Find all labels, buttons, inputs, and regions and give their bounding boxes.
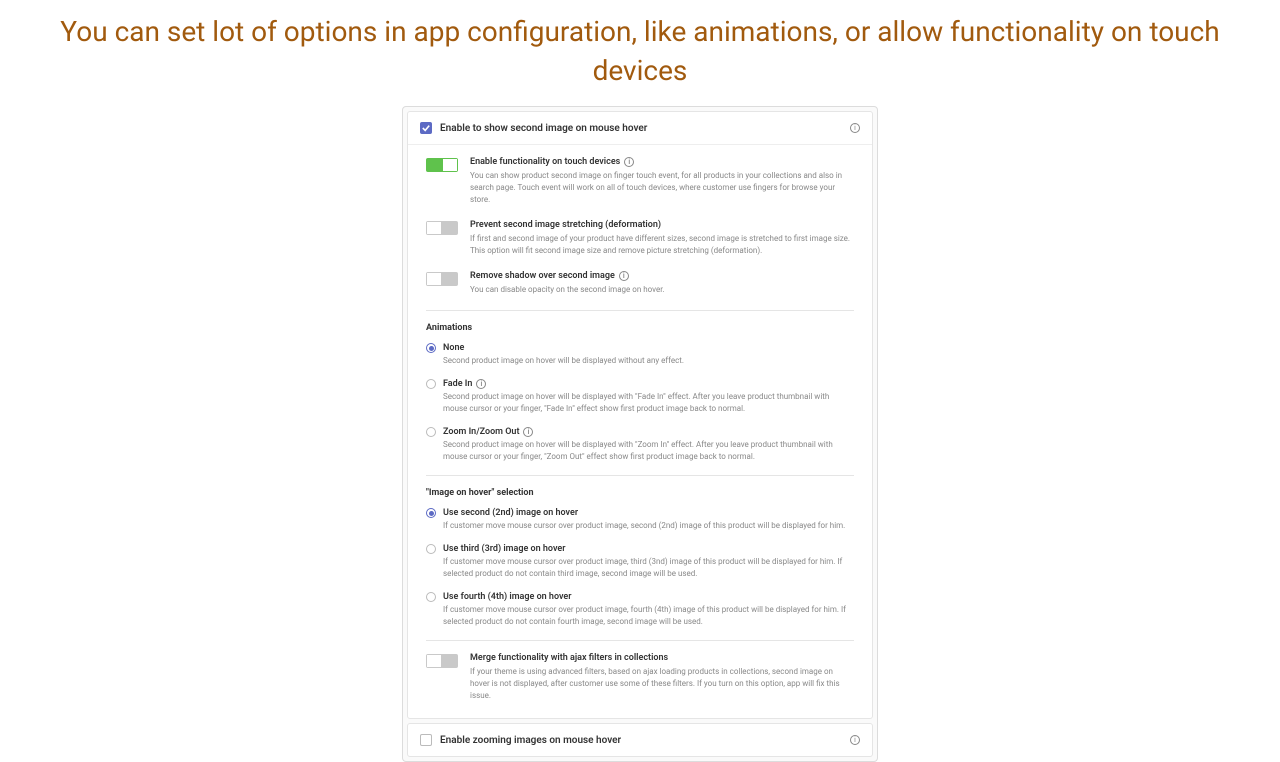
toggle-row: Prevent second image stretching (deforma… bbox=[426, 220, 854, 257]
card-body: Enable functionality on touch devicesi Y… bbox=[408, 145, 872, 718]
radio-row: None Second product image on hover will … bbox=[426, 343, 854, 367]
radio-row: Fade Ini Second product image on hover w… bbox=[426, 379, 854, 415]
toggle-row: Enable functionality on touch devicesi Y… bbox=[426, 157, 854, 206]
radio-desc: If customer move mouse cursor over produ… bbox=[443, 604, 854, 628]
toggle-row: Remove shadow over second imagei You can… bbox=[426, 271, 854, 296]
card-header[interactable]: Enable zooming images on mouse hover i bbox=[408, 724, 872, 756]
card-title: Enable zooming images on mouse hover bbox=[440, 735, 846, 746]
radio-label: Use fourth (4th) image on hover bbox=[443, 592, 572, 602]
toggle-0[interactable] bbox=[426, 158, 458, 172]
card-second-image: Enable to show second image on mouse hov… bbox=[407, 111, 873, 719]
sel-radio-0[interactable] bbox=[426, 508, 436, 518]
sel-radio-2[interactable] bbox=[426, 592, 436, 602]
toggle-desc: If first and second image of your produc… bbox=[470, 233, 854, 257]
info-icon[interactable]: i bbox=[619, 271, 629, 281]
radio-row: Zoom In/Zoom Outi Second product image o… bbox=[426, 427, 854, 463]
radio-label: Zoom In/Zoom Outi bbox=[443, 427, 533, 437]
radio-desc: Second product image on hover will be di… bbox=[443, 355, 854, 367]
divider bbox=[426, 310, 854, 311]
info-icon[interactable]: i bbox=[624, 157, 634, 167]
selection-title: "Image on hover" selection bbox=[426, 488, 854, 498]
toggle-2[interactable] bbox=[426, 272, 458, 286]
enable-zoom-checkbox[interactable] bbox=[420, 734, 432, 746]
radio-desc: Second product image on hover will be di… bbox=[443, 391, 854, 415]
animations-title: Animations bbox=[426, 323, 854, 333]
enable-second-image-checkbox[interactable] bbox=[420, 122, 432, 134]
radio-label: Fade Ini bbox=[443, 379, 486, 389]
sel-radio-1[interactable] bbox=[426, 544, 436, 554]
toggle-1[interactable] bbox=[426, 221, 458, 235]
toggle-desc: You can show product second image on fin… bbox=[470, 170, 854, 206]
card-header[interactable]: Enable to show second image on mouse hov… bbox=[408, 112, 872, 145]
radio-desc: If customer move mouse cursor over produ… bbox=[443, 556, 854, 580]
toggle-label: Prevent second image stretching (deforma… bbox=[470, 220, 854, 230]
radio-row: Use third (3rd) image on hover If custom… bbox=[426, 544, 854, 580]
anim-radio-2[interactable] bbox=[426, 427, 436, 437]
card-title: Enable to show second image on mouse hov… bbox=[440, 123, 846, 134]
merge-label: Merge functionality with ajax filters in… bbox=[470, 653, 854, 663]
divider bbox=[426, 640, 854, 641]
radio-label: Use second (2nd) image on hover bbox=[443, 508, 578, 518]
divider bbox=[426, 475, 854, 476]
anim-radio-0[interactable] bbox=[426, 343, 436, 353]
anim-radio-1[interactable] bbox=[426, 379, 436, 389]
merge-toggle[interactable] bbox=[426, 654, 458, 668]
page-headline: You can set lot of options in app config… bbox=[0, 0, 1280, 106]
info-icon[interactable]: i bbox=[850, 735, 860, 745]
merge-toggle-row: Merge functionality with ajax filters in… bbox=[426, 653, 854, 702]
info-icon[interactable]: i bbox=[850, 123, 860, 133]
radio-desc: If customer move mouse cursor over produ… bbox=[443, 520, 854, 532]
radio-row: Use fourth (4th) image on hover If custo… bbox=[426, 592, 854, 628]
toggle-label: Enable functionality on touch devicesi bbox=[470, 157, 854, 167]
radio-label: None bbox=[443, 343, 464, 353]
merge-desc: If your theme is using advanced filters,… bbox=[470, 666, 854, 702]
settings-panel: Enable to show second image on mouse hov… bbox=[402, 106, 878, 762]
info-icon[interactable]: i bbox=[523, 427, 533, 437]
radio-desc: Second product image on hover will be di… bbox=[443, 439, 854, 463]
radio-label: Use third (3rd) image on hover bbox=[443, 544, 565, 554]
info-icon[interactable]: i bbox=[476, 379, 486, 389]
radio-row: Use second (2nd) image on hover If custo… bbox=[426, 508, 854, 532]
toggle-label: Remove shadow over second imagei bbox=[470, 271, 854, 281]
toggle-desc: You can disable opacity on the second im… bbox=[470, 284, 854, 296]
card-zoom: Enable zooming images on mouse hover i bbox=[407, 723, 873, 757]
